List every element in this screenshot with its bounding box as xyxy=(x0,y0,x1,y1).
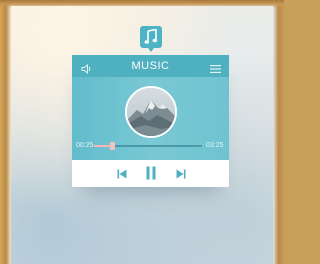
skip-previous-icon[interactable] xyxy=(117,167,127,185)
skip-next-icon[interactable] xyxy=(176,167,186,185)
progress-bar[interactable] xyxy=(94,142,202,150)
time-elapsed: 00:25 xyxy=(76,142,94,149)
time-total: 03:25 xyxy=(206,142,224,149)
music-note-icon xyxy=(140,26,162,52)
player-header: MUSIC xyxy=(72,55,229,77)
music-player-card: MUSIC 00:25 03:25 xyxy=(72,55,229,187)
player-title: MUSIC xyxy=(131,60,170,72)
player-stage: 00:25 03:25 xyxy=(72,77,229,160)
playback-controls xyxy=(72,160,229,187)
progress-knob[interactable] xyxy=(110,142,116,150)
album-art xyxy=(125,86,177,138)
pause-icon[interactable] xyxy=(145,166,157,185)
